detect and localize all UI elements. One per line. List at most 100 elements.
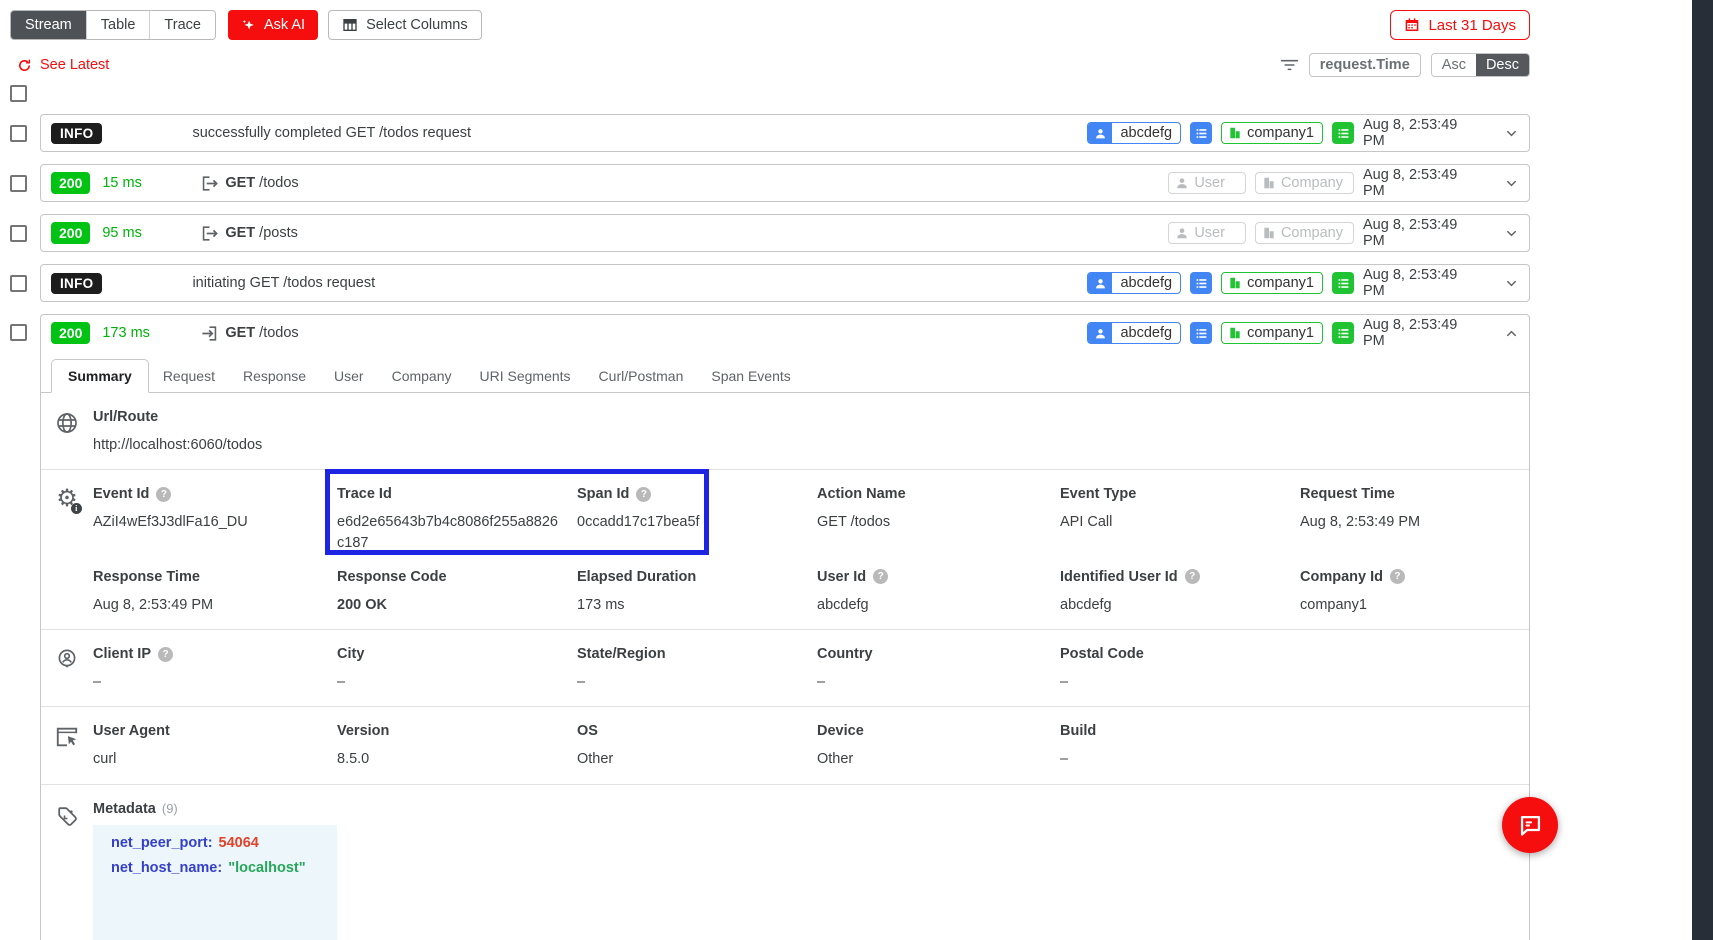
help-icon[interactable]: ? [1185,569,1200,584]
field-label: Client IP [93,646,151,662]
row-checkbox[interactable] [10,225,27,242]
user-chip[interactable]: abcdefg [1087,122,1181,144]
tab-stream[interactable]: Stream [11,11,86,39]
see-latest-button[interactable]: See Latest [17,57,109,73]
field-country: Country – [817,646,1060,692]
field-label: Response Time [93,569,200,585]
company-details-icon[interactable] [1332,322,1354,344]
tab-table[interactable]: Table [86,11,150,39]
ask-ai-button[interactable]: Ask AI [228,10,318,40]
calendar-icon [1404,17,1420,33]
log-row-line[interactable]: 200 15 ms GET /todos User Company Aug 8,… [41,165,1529,201]
field-user-agent: User Agent curl [93,723,337,769]
field-value: Aug 8, 2:53:49 PM [1300,512,1515,532]
row-checkbox[interactable] [10,324,27,341]
ask-ai-label: Ask AI [264,17,305,33]
chevron-down-icon[interactable] [1504,276,1519,291]
tab-user[interactable]: User [320,360,378,392]
tab-summary[interactable]: Summary [51,359,149,393]
user-details-icon[interactable] [1190,322,1212,344]
detail-tabs: Summary Request Response User Company UR… [41,351,1529,393]
company-chip[interactable]: company1 [1221,322,1323,344]
help-icon[interactable]: ? [156,487,171,502]
field-value: curl [93,749,337,769]
field-label: Build [1060,723,1096,739]
row-checkbox[interactable] [10,175,27,192]
log-row-line[interactable]: 200 173 ms GET /todos abcdefg company1 [41,315,1529,351]
log-card: 200 15 ms GET /todos User Company Aug 8,… [40,164,1530,202]
field-value: – [1060,749,1300,769]
tab-company[interactable]: Company [378,360,466,392]
log-row-line[interactable]: 200 95 ms GET /posts User Company Aug 8,… [41,215,1529,251]
chat-bubble-icon [1517,812,1544,839]
company-chip[interactable]: company1 [1221,272,1323,294]
company-chip-label: company1 [1247,325,1322,341]
field-label: Action Name [817,486,906,502]
url-route-value: http://localhost:6060/todos [93,435,1515,455]
tab-request[interactable]: Request [149,360,229,392]
company-chip[interactable]: company1 [1221,122,1323,144]
view-switcher: Stream Table Trace [10,10,216,40]
help-icon[interactable]: ? [636,487,651,502]
select-columns-button[interactable]: Select Columns [328,10,482,40]
tab-response[interactable]: Response [229,360,320,392]
user-chip-disabled[interactable]: User [1168,222,1246,244]
row-checkbox[interactable] [10,275,27,292]
user-chip[interactable]: abcdefg [1087,322,1181,344]
filter-icon[interactable] [1280,58,1299,72]
field-label: Device [817,723,864,739]
field-event-id: Event Id? AZiI4wEf3J3dlFa16_DU [93,486,337,553]
incoming-request-icon [200,324,219,343]
http-method: GET [225,225,255,241]
help-icon[interactable]: ? [158,647,173,662]
field-label: Identified User Id [1060,569,1178,585]
chevron-down-icon[interactable] [1504,126,1519,141]
user-icon [1175,176,1189,190]
row-timestamp: Aug 8, 2:53:49 PM [1363,317,1483,349]
sort-asc-button[interactable]: Asc [1432,54,1476,76]
tab-curl-postman[interactable]: Curl/Postman [585,360,698,392]
help-icon[interactable]: ? [1390,569,1405,584]
duration-label: 173 ms [102,325,154,341]
log-row: 200 15 ms GET /todos User Company Aug 8,… [10,164,1530,202]
field-value: 0ccadd17c17bea5f [577,512,817,532]
chevron-down-icon[interactable] [1504,226,1519,241]
chat-widget-button[interactable] [1502,797,1558,853]
date-range-label: Last 31 Days [1428,17,1516,34]
date-range-button[interactable]: Last 31 Days [1390,10,1530,40]
help-icon[interactable]: ? [873,569,888,584]
event-fields-row1: Event Id? AZiI4wEf3J3dlFa16_DU Trace Id … [93,486,1515,553]
company-icon [1262,176,1276,190]
company-chip-disabled[interactable]: Company [1255,222,1354,244]
field-company-id: Company Id? company1 [1300,569,1515,615]
user-details-icon[interactable] [1190,122,1212,144]
company-details-icon[interactable] [1332,272,1354,294]
log-row-line[interactable]: INFO initiating GET /todos request abcde… [41,265,1529,301]
select-all-checkbox[interactable] [10,85,27,102]
request-path: /posts [259,225,298,241]
field-value: Other [577,749,817,769]
tab-uri-segments[interactable]: URI Segments [466,360,585,392]
chevron-up-icon[interactable] [1504,326,1519,341]
company-details-icon[interactable] [1332,122,1354,144]
field-value: company1 [1300,595,1515,615]
sort-desc-button[interactable]: Desc [1476,54,1529,76]
user-chip-disabled[interactable]: User [1168,172,1246,194]
row-checkbox[interactable] [10,125,27,142]
scrollbar[interactable] [1692,0,1713,940]
chevron-down-icon[interactable] [1504,176,1519,191]
company-icon [1228,276,1242,290]
field-postal-code: Postal Code – [1060,646,1300,692]
user-details-icon[interactable] [1190,272,1212,294]
secondary-toolbar: See Latest request.Time Asc Desc [10,53,1530,77]
tab-trace[interactable]: Trace [149,11,215,39]
sort-field-chip[interactable]: request.Time [1309,53,1421,77]
log-row: INFO initiating GET /todos request abcde… [10,264,1530,302]
user-chip[interactable]: abcdefg [1087,272,1181,294]
company-chip-disabled[interactable]: Company [1255,172,1354,194]
select-columns-label: Select Columns [366,17,468,33]
metadata-label: Metadata [93,801,156,817]
tab-span-events[interactable]: Span Events [697,360,804,392]
log-row-line[interactable]: INFO successfully completed GET /todos r… [41,115,1529,151]
field-label: Postal Code [1060,646,1144,662]
